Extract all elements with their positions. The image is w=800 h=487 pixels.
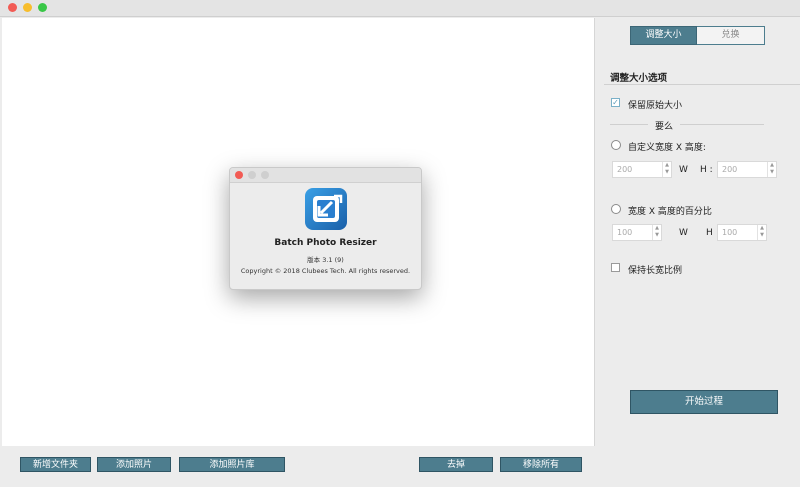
app-name: Batch Photo Resizer bbox=[274, 238, 377, 248]
width-percent-value: 100 bbox=[617, 228, 633, 237]
keep-aspect-ratio-label: 保持长宽比例 bbox=[628, 266, 683, 276]
height-percent-stepper[interactable]: ▲ ▼ bbox=[757, 225, 766, 240]
new-folder-button[interactable]: 新增文件夹 bbox=[20, 457, 91, 472]
remove-button[interactable]: 去掉 bbox=[419, 457, 493, 472]
add-photo-library-button[interactable]: 添加照片库 bbox=[179, 457, 285, 472]
about-zoom-button bbox=[261, 171, 269, 179]
about-dialog-titlebar bbox=[230, 168, 421, 183]
percentage-label: 宽度 X 高度的百分比 bbox=[628, 207, 712, 217]
width-stepper[interactable]: ▲ ▼ bbox=[662, 162, 671, 177]
or-divider-left bbox=[610, 124, 648, 125]
minimize-window-button[interactable] bbox=[23, 3, 32, 12]
height-input[interactable]: 200 ▲ ▼ bbox=[717, 161, 777, 178]
height-percent-input[interactable]: 100 ▲ ▼ bbox=[717, 224, 767, 241]
keep-original-size-label: 保留原始大小 bbox=[628, 101, 683, 111]
width-percent-label: W bbox=[679, 228, 688, 238]
height-value: 200 bbox=[722, 165, 738, 174]
custom-size-label: 自定义宽度 X 高度: bbox=[628, 143, 706, 153]
width-input[interactable]: 200 ▲ ▼ bbox=[612, 161, 672, 178]
height-percent-label: H bbox=[706, 228, 713, 238]
window-titlebar bbox=[0, 0, 800, 17]
keep-aspect-ratio-checkbox[interactable] bbox=[611, 263, 620, 272]
percentage-radio[interactable] bbox=[611, 204, 621, 214]
or-label: 要么 bbox=[655, 122, 674, 132]
section-divider bbox=[604, 84, 800, 85]
custom-size-radio[interactable] bbox=[611, 140, 621, 150]
zoom-window-button[interactable] bbox=[38, 3, 47, 12]
app-version: 版本 3.1 (9) bbox=[307, 256, 344, 264]
tab-convert[interactable]: 兑换 bbox=[697, 26, 765, 45]
height-label: H : bbox=[700, 165, 713, 175]
resize-options-title: 调整大小选项 bbox=[610, 73, 668, 84]
about-minimize-button bbox=[248, 171, 256, 179]
height-percent-value: 100 bbox=[722, 228, 738, 237]
remove-all-button[interactable]: 移除所有 bbox=[500, 457, 582, 472]
width-value: 200 bbox=[617, 165, 633, 174]
height-stepper[interactable]: ▲ ▼ bbox=[767, 162, 776, 177]
app-logo-icon bbox=[305, 188, 347, 230]
tab-resize[interactable]: 调整大小 bbox=[630, 26, 697, 45]
bottom-toolbar: 新增文件夹 添加照片 添加照片库 去掉 移除所有 bbox=[0, 447, 595, 487]
options-panel: 调整大小 兑换 调整大小选项 ✓ 保留原始大小 要么 自定义宽度 X 高度: 2… bbox=[596, 18, 800, 487]
app-copyright: Copyright © 2018 Clubees Tech. All right… bbox=[240, 267, 411, 275]
add-photos-button[interactable]: 添加照片 bbox=[97, 457, 171, 472]
start-process-button[interactable]: 开始过程 bbox=[630, 390, 778, 414]
or-divider-right bbox=[680, 124, 764, 125]
about-dialog: Batch Photo Resizer 版本 3.1 (9) Copyright… bbox=[229, 167, 422, 290]
width-label: W bbox=[679, 165, 688, 175]
width-percent-stepper[interactable]: ▲ ▼ bbox=[652, 225, 661, 240]
width-percent-input[interactable]: 100 ▲ ▼ bbox=[612, 224, 662, 241]
keep-original-size-checkbox[interactable]: ✓ bbox=[611, 98, 620, 107]
close-window-button[interactable] bbox=[8, 3, 17, 12]
about-close-button[interactable] bbox=[235, 171, 243, 179]
